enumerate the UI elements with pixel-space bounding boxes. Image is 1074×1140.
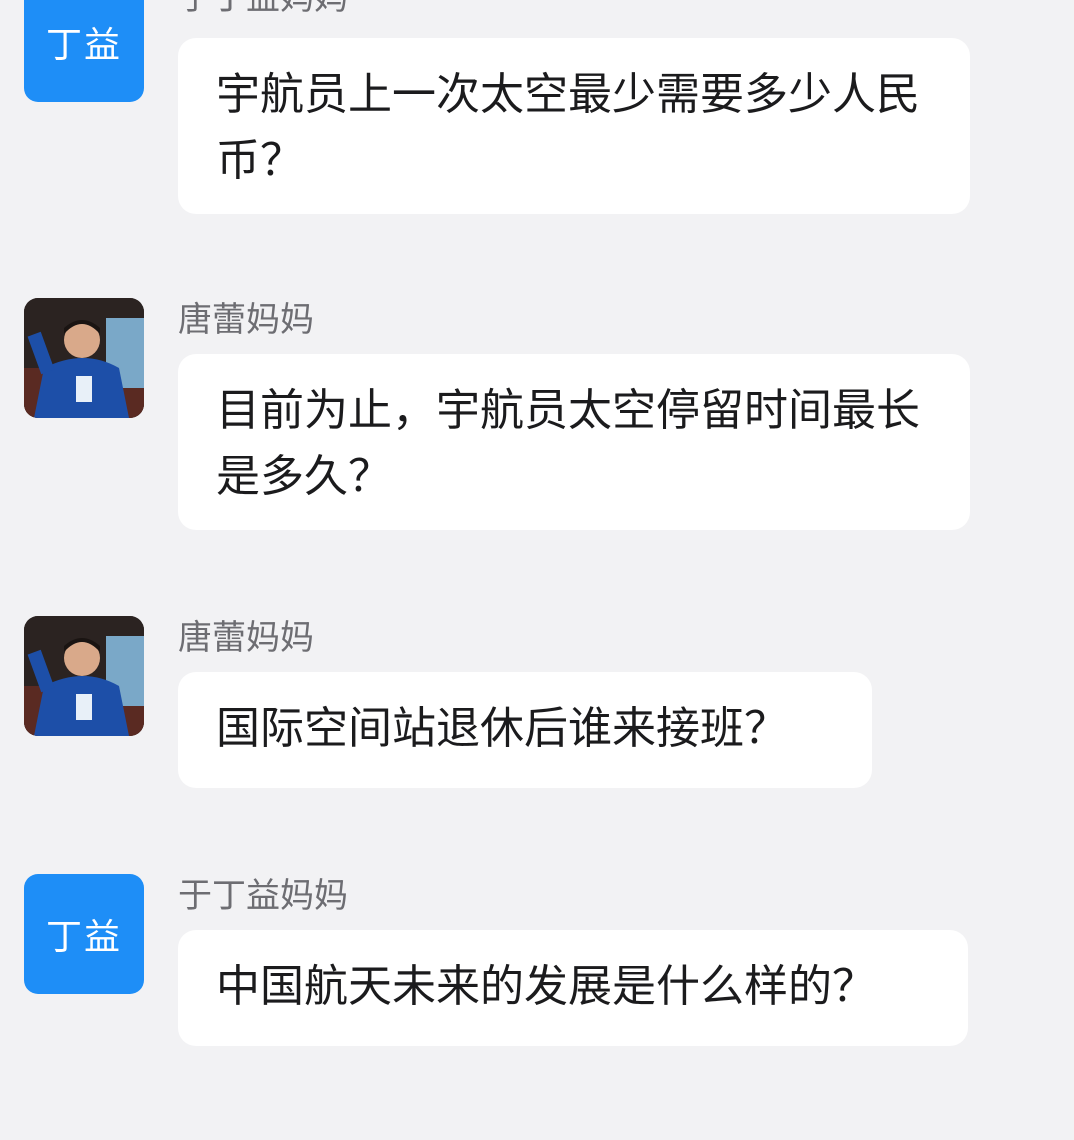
message-item: 丁益 于丁益妈妈 中国航天未来的发展是什么样的？ — [0, 874, 1074, 1054]
avatar-label: 丁益 — [45, 917, 122, 958]
chat-conversation: ​ 丁益 于丁益妈妈 宇航员上一次太空最少需要多少人民币？ 唐蕾妈妈 目 — [0, 0, 1074, 1140]
avatar-photo — [24, 298, 144, 418]
avatar-label: 丁益 — [45, 25, 122, 66]
sender-name: 唐蕾妈妈 — [178, 300, 314, 340]
sender-name: 唐蕾妈妈 — [178, 618, 314, 658]
avatar[interactable] — [24, 298, 144, 418]
sender-name: 于丁益妈妈 — [178, 876, 348, 916]
message-text: 国际空间站退休后谁来接班？ — [216, 703, 788, 754]
message-item: 唐蕾妈妈 目前为止，宇航员太空停留时间最长是多久？ — [0, 298, 1074, 538]
avatar[interactable]: 丁益 — [24, 874, 144, 994]
message-item: 唐蕾妈妈 国际空间站退休后谁来接班？ — [0, 616, 1074, 796]
message-bubble[interactable]: 宇航员上一次太空最少需要多少人民币？ — [178, 38, 970, 214]
avatar[interactable] — [24, 616, 144, 736]
avatar[interactable]: 丁益 — [24, 0, 144, 102]
avatar-photo — [24, 616, 144, 736]
message-item: 丁益 于丁益妈妈 宇航员上一次太空最少需要多少人民币？ — [0, 0, 1074, 230]
sender-name: 于丁益妈妈 — [178, 0, 348, 18]
message-bubble[interactable]: 目前为止，宇航员太空停留时间最长是多久？ — [178, 354, 970, 530]
message-text: 宇航员上一次太空最少需要多少人民币？ — [216, 69, 920, 186]
message-bubble[interactable]: 中国航天未来的发展是什么样的？ — [178, 930, 968, 1046]
message-text: 中国航天未来的发展是什么样的？ — [216, 961, 876, 1012]
message-text: 目前为止，宇航员太空停留时间最长是多久？ — [216, 385, 920, 502]
message-bubble[interactable]: 国际空间站退休后谁来接班？ — [178, 672, 872, 788]
